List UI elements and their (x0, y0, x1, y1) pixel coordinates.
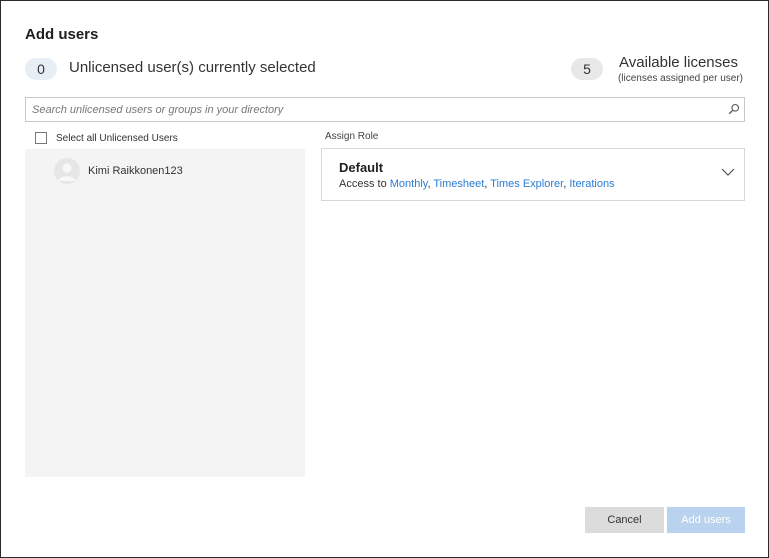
user-name: Kimi Raikkonen123 (88, 165, 183, 177)
dialog-title: Add users (25, 26, 99, 43)
access-link-timesheet[interactable]: Timesheet (433, 178, 484, 190)
select-all-checkbox[interactable] (35, 132, 47, 144)
available-licenses-badge: 5 (571, 58, 603, 80)
access-link-monthly[interactable]: Monthly (390, 178, 428, 190)
add-users-dialog: Add users 0 Unlicensed user(s) currently… (0, 0, 769, 558)
search-box (25, 97, 745, 122)
person-avatar-icon (54, 158, 80, 184)
selected-role-name: Default (339, 160, 384, 175)
access-prefix: Access to (339, 178, 390, 190)
cancel-button[interactable]: Cancel (585, 507, 664, 533)
role-access-description: Access to Monthly, Timesheet, Times Expl… (339, 178, 615, 190)
select-all-row[interactable]: Select all Unlicensed Users (35, 131, 178, 145)
licenses-subtitle: (licenses assigned per user) (617, 73, 743, 84)
selected-count-badge: 0 (25, 58, 57, 80)
assign-role-label: Assign Role (325, 131, 379, 142)
add-users-button[interactable]: Add users (667, 507, 745, 533)
list-item[interactable]: Kimi Raikkonen123 (54, 158, 183, 184)
select-all-label: Select all Unlicensed Users (56, 132, 178, 144)
access-link-iterations[interactable]: Iterations (569, 178, 614, 190)
role-dropdown[interactable]: Default Access to Monthly, Timesheet, Ti… (321, 148, 745, 201)
chevron-down-icon[interactable] (721, 167, 735, 177)
search-input[interactable] (26, 98, 716, 121)
unlicensed-user-list: Kimi Raikkonen123 (25, 149, 305, 477)
search-icon[interactable] (728, 103, 740, 115)
access-link-times-explorer[interactable]: Times Explorer (490, 178, 563, 190)
selected-users-label: Unlicensed user(s) currently selected (69, 59, 316, 76)
available-licenses-label: Available licenses (619, 54, 738, 71)
